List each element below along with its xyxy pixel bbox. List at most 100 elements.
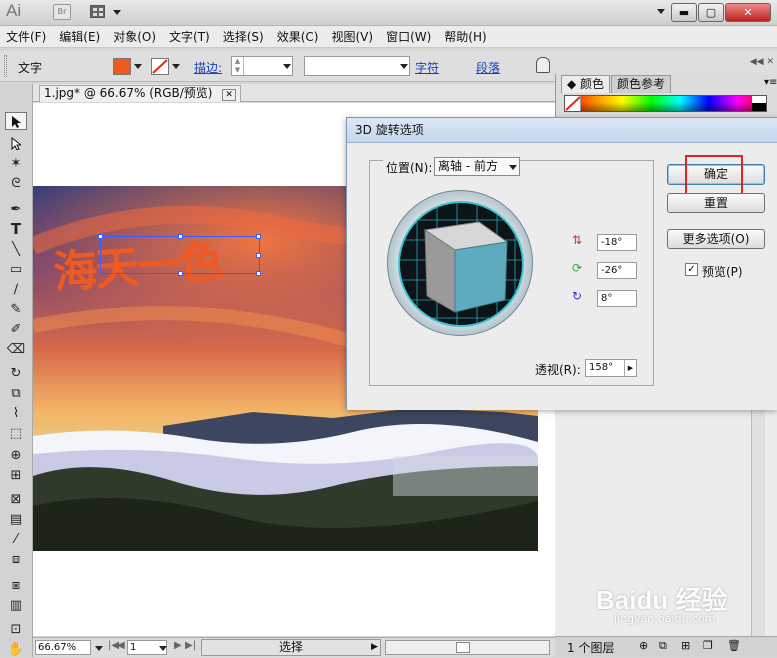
hand-tool-icon[interactable]: ✋ <box>5 640 27 658</box>
panel-menu-icon[interactable]: ▾≡ <box>764 77 777 88</box>
rotate-y-field[interactable]: -26° <box>597 262 637 279</box>
menu-select[interactable]: 选择(S) <box>223 28 264 45</box>
status-menu-icon[interactable]: ▶ <box>371 642 378 652</box>
handle-top-right[interactable] <box>256 234 261 239</box>
delete-layer-icon[interactable]: 🗑 <box>727 639 741 652</box>
scroll-thumb[interactable] <box>456 642 470 653</box>
column-graph-tool-icon[interactable]: ▥ <box>5 596 27 614</box>
tab-color[interactable]: ◆ 颜色 <box>561 75 611 93</box>
zoom-dropdown-icon[interactable] <box>95 646 103 651</box>
document-setup-icon[interactable] <box>536 57 550 73</box>
stroke-color-swatch[interactable] <box>151 58 169 75</box>
menu-object[interactable]: 对象(O) <box>113 28 156 45</box>
none-color-icon[interactable] <box>565 96 581 111</box>
bridge-button[interactable]: Br <box>53 4 71 20</box>
perspective-slider-icon[interactable]: ▶ <box>624 360 636 376</box>
artboard-tool-icon[interactable]: ⊡ <box>5 620 27 638</box>
workspace-dropdown-icon[interactable] <box>657 9 665 14</box>
close-icon[interactable]: ✕ <box>725 3 771 22</box>
stroke-dropdown-icon[interactable] <box>172 64 180 69</box>
dialog-title-bar[interactable]: 3D 旋转选项 <box>347 118 777 143</box>
font-dropdown-icon[interactable] <box>400 64 408 69</box>
rectangle-tool-icon[interactable]: ▭ <box>5 260 27 278</box>
lasso-tool-icon[interactable]: ᘓ <box>5 174 27 192</box>
page-dropdown-icon[interactable] <box>159 646 167 651</box>
panel-collapse-icon[interactable]: ◀◀ ✕ <box>744 57 774 73</box>
menu-view[interactable]: 视图(V) <box>331 28 373 45</box>
preview-checkbox[interactable]: ✓ <box>685 263 698 276</box>
gradient-tool-icon[interactable]: ▤ <box>5 510 27 528</box>
handle-top-middle[interactable] <box>178 234 183 239</box>
warp-tool-icon[interactable]: ⌇ <box>5 404 27 422</box>
stroke-weight-dropdown-icon[interactable] <box>283 64 291 69</box>
selection-tool-icon[interactable] <box>5 112 27 130</box>
locate-object-icon[interactable]: ⊕ <box>639 639 648 652</box>
color-spectrum[interactable] <box>564 95 767 112</box>
direct-selection-tool-icon[interactable] <box>5 134 27 152</box>
reset-button[interactable]: 重置 <box>667 193 765 213</box>
perspective-grid-tool-icon[interactable]: ⊞ <box>5 466 27 484</box>
menu-effect[interactable]: 效果(C) <box>277 28 319 45</box>
menu-edit[interactable]: 编辑(E) <box>59 28 100 45</box>
arrange-dropdown-icon[interactable] <box>113 10 121 15</box>
position-dropdown-icon[interactable] <box>509 165 517 170</box>
handle-top-left[interactable] <box>98 234 103 239</box>
menu-window[interactable]: 窗口(W) <box>386 28 431 45</box>
rotate-tool-icon[interactable]: ↻ <box>5 364 27 382</box>
new-layer-icon[interactable]: ❐ <box>703 639 713 652</box>
line-tool-icon[interactable]: ╲ <box>5 240 27 258</box>
close-tab-icon[interactable]: ✕ <box>222 89 236 101</box>
blob-brush-tool-icon[interactable]: ✐ <box>5 320 27 338</box>
minimize-icon[interactable]: ▬ <box>671 3 697 22</box>
fill-color-swatch[interactable] <box>113 58 131 75</box>
fill-dropdown-icon[interactable] <box>134 64 142 69</box>
restore-icon[interactable]: ▢ <box>698 3 724 22</box>
last-page-icon[interactable]: ▶| <box>185 640 196 651</box>
free-transform-tool-icon[interactable]: ⬚ <box>5 424 27 442</box>
menu-help[interactable]: 帮助(H) <box>444 28 486 45</box>
character-link[interactable]: 字符 <box>415 59 439 76</box>
document-tab[interactable]: 1.jpg* @ 66.67% (RGB/预览) ✕ <box>39 85 241 102</box>
perspective-field[interactable]: 158° ▶ <box>585 359 637 377</box>
handle-bottom-middle[interactable] <box>178 271 183 276</box>
next-page-icon[interactable]: ▶ <box>174 640 182 651</box>
pen-tool-icon[interactable]: ✒ <box>5 200 27 218</box>
more-options-button[interactable]: 更多选项(O) <box>667 229 765 249</box>
symbol-sprayer-tool-icon[interactable]: ⧆ <box>5 576 27 594</box>
black-swatch[interactable] <box>752 103 766 111</box>
eraser-tool-icon[interactable]: ⌫ <box>5 340 27 358</box>
stroke-link[interactable]: 描边: <box>194 59 222 76</box>
stroke-stepper-icon[interactable]: ▲ ▼ <box>232 57 244 75</box>
handle-bottom-right[interactable] <box>256 271 261 276</box>
tab-color-guide[interactable]: 颜色参考 <box>611 75 672 93</box>
arrange-documents-icon[interactable] <box>90 5 105 18</box>
menu-file[interactable]: 文件(F) <box>6 28 46 45</box>
paintbrush-tool-icon[interactable]: ∕ <box>5 280 27 298</box>
new-sublayer-icon[interactable]: ⊞ <box>681 639 690 652</box>
horizontal-scrollbar[interactable] <box>385 640 550 655</box>
shape-builder-tool-icon[interactable]: ⊕ <box>5 446 27 464</box>
white-swatch[interactable] <box>752 96 766 103</box>
blend-tool-icon[interactable]: ⧈ <box>5 550 27 568</box>
rotate-z-field[interactable]: 8° <box>597 290 637 307</box>
eyedropper-tool-icon[interactable]: ⁄ <box>5 530 27 548</box>
magic-wand-tool-icon[interactable]: ✶ <box>5 154 27 172</box>
font-field[interactable] <box>304 56 410 76</box>
prev-page-icon[interactable]: ◀ <box>117 640 125 651</box>
rotation-track-cube[interactable] <box>387 190 533 336</box>
menu-type[interactable]: 文字(T) <box>169 28 210 45</box>
status-text[interactable]: 选择 <box>201 639 381 656</box>
clipping-mask-icon[interactable]: ⧉ <box>659 639 667 653</box>
layers-scrollbar[interactable] <box>751 408 765 636</box>
handle-middle-right[interactable] <box>256 253 261 258</box>
paragraph-link[interactable]: 段落 <box>476 59 500 76</box>
stroke-weight-field[interactable]: ▲ ▼ <box>231 56 293 76</box>
position-select[interactable]: 离轴 - 前方 <box>434 157 520 176</box>
pencil-tool-icon[interactable]: ✎ <box>5 300 27 318</box>
mesh-tool-icon[interactable]: ⊠ <box>5 490 27 508</box>
scale-tool-icon[interactable]: ⧉ <box>5 384 27 402</box>
type-tool-icon[interactable]: T <box>5 220 27 238</box>
selection-bounding-box[interactable] <box>98 234 261 276</box>
zoom-field[interactable]: 66.67% <box>35 640 91 655</box>
rotate-x-field[interactable]: -18° <box>597 234 637 251</box>
